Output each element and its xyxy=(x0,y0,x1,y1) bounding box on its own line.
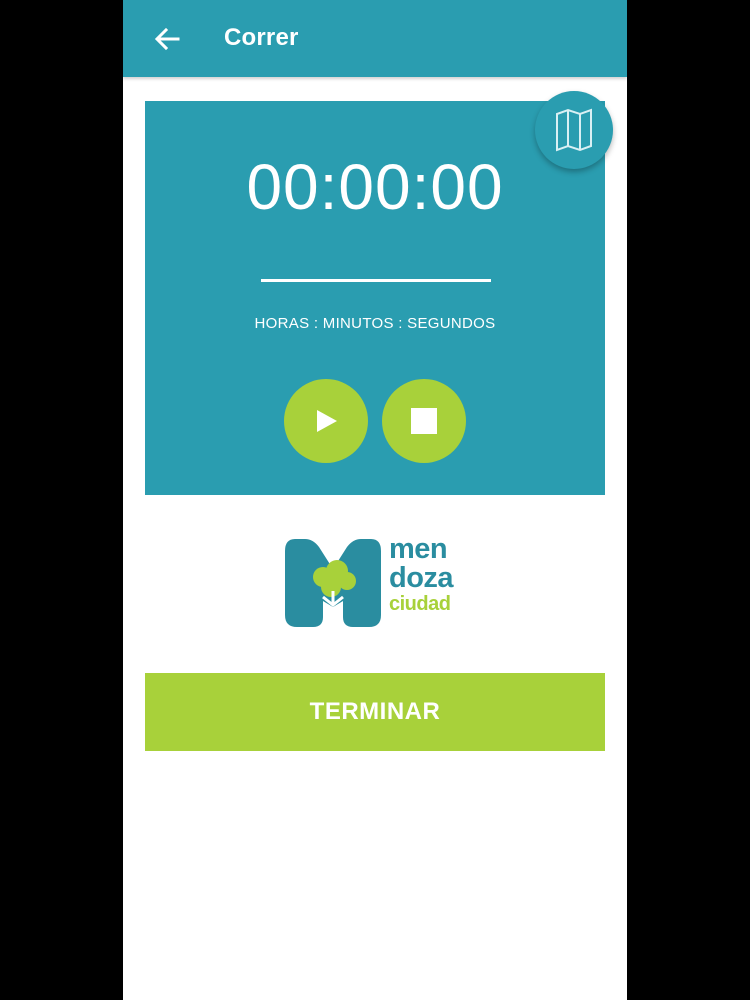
arrow-left-icon xyxy=(154,27,180,51)
logo-text-men: men xyxy=(389,533,448,565)
timer-divider xyxy=(261,279,491,282)
stop-icon xyxy=(411,408,437,434)
timer-units-label: HORAS : MINUTOS : SEGUNDOS xyxy=(254,315,496,332)
logo-wordmark: men doza ciudad xyxy=(389,533,454,615)
timer-display: 00:00:00 xyxy=(246,151,504,223)
stop-button[interactable] xyxy=(382,379,466,463)
folded-map-icon xyxy=(556,108,592,152)
back-button[interactable] xyxy=(147,20,187,58)
phone-screen: Correr 00:00:00 HORAS : MINUTOS : SEGUND… xyxy=(123,0,627,1000)
play-button[interactable] xyxy=(284,379,368,463)
logo-mark-icon xyxy=(285,539,381,627)
finish-button[interactable]: TERMINAR xyxy=(145,673,605,751)
logo-text-doza: doza xyxy=(389,562,454,594)
mendoza-ciudad-logo: men doza ciudad xyxy=(283,535,473,635)
page-title: Correr xyxy=(224,24,299,51)
app-bar: Correr xyxy=(123,0,627,77)
logo-text-ciudad: ciudad xyxy=(389,593,451,615)
play-icon xyxy=(317,410,337,432)
